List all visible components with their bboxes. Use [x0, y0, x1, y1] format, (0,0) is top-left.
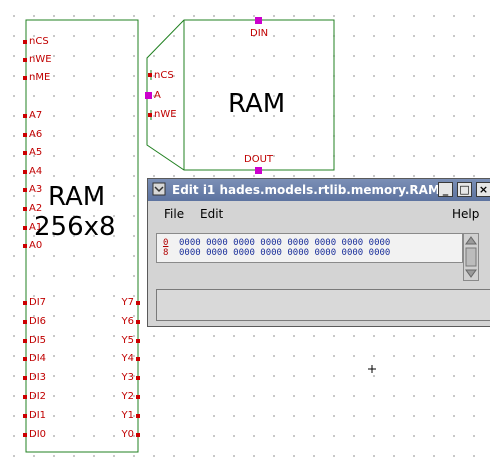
ncs-label: nCS: [154, 70, 174, 81]
ram1-a6-pin[interactable]: [23, 132, 27, 137]
ram1-nme-pin[interactable]: [23, 76, 27, 80]
ram1-y7-pin[interactable]: [136, 301, 140, 305]
ram1-di4-pin[interactable]: [23, 357, 27, 362]
ram1-y7-label: Y7: [121, 297, 134, 308]
ram1-a3-label: A3: [29, 184, 43, 196]
ram1-a4-pin[interactable]: [23, 169, 27, 174]
memory-row-8[interactable]: 0000 0000 0000 0000 0000 0000 0000 0000: [179, 249, 390, 258]
ram1-ncs-label: nCS: [29, 36, 49, 47]
dout-pin[interactable]: [255, 167, 262, 174]
menu-help[interactable]: Help: [452, 207, 479, 221]
ram1-a5-label: A5: [29, 147, 43, 159]
ram1-a6-label: A6: [29, 128, 43, 140]
scroll-thumb: [465, 247, 477, 267]
row-address-0: 0: [163, 238, 169, 248]
din-pin[interactable]: [255, 17, 262, 24]
ram1-di0-pin[interactable]: [23, 432, 27, 437]
menu-edit[interactable]: Edit: [200, 207, 223, 221]
dout-label: DOUT: [244, 154, 273, 165]
ram1-di7-pin[interactable]: [23, 301, 27, 305]
ram1-di6-label: DI6: [29, 315, 47, 327]
ram1-a3-pin[interactable]: [23, 188, 27, 193]
ram1-y2-pin[interactable]: [136, 395, 140, 399]
ram1-y0-pin[interactable]: [136, 432, 140, 437]
ram-block-title: RAM: [228, 89, 286, 119]
ram1-di2-label: DI2: [29, 391, 47, 402]
ram1-nme-label: nME: [29, 72, 51, 83]
ram1-di4-label: DI4: [29, 353, 47, 365]
ram-256x8-title-line1: RAM: [48, 182, 106, 212]
ram1-a4-label: A4: [29, 165, 43, 177]
ram1-y4-label: Y4: [121, 353, 134, 365]
close-button[interactable]: ×: [476, 182, 490, 197]
ram1-a7-label: A7: [29, 110, 43, 121]
ram1-di5-pin[interactable]: [23, 338, 27, 343]
ram1-y1-pin[interactable]: [136, 413, 140, 418]
din-label: DIN: [250, 28, 269, 39]
ram1-di3-label: DI3: [29, 372, 47, 384]
ram1-ncs-pin[interactable]: [23, 40, 27, 44]
ram1-di0-label: DI0: [29, 428, 47, 440]
ram1-y6-pin[interactable]: [136, 319, 140, 324]
ram1-di6-pin[interactable]: [23, 319, 27, 324]
memory-table[interactable]: 0 0000 0000 0000 0000 0000 0000 0000 000…: [156, 233, 463, 263]
ram1-di5-label: DI5: [29, 334, 47, 346]
nwe-pin[interactable]: [148, 113, 152, 117]
address-pin[interactable]: [145, 92, 152, 99]
ram1-a0-pin[interactable]: [23, 244, 27, 249]
menu-bar: File Edit Help: [148, 202, 490, 224]
scroll-up-icon: [465, 236, 477, 245]
vertical-scrollbar[interactable]: [463, 233, 479, 281]
window-app-icon[interactable]: [152, 182, 166, 196]
ram1-y4-pin[interactable]: [136, 357, 140, 362]
ram-256x8-title-line2: 256x8: [34, 212, 116, 242]
ram1-a5-pin[interactable]: [23, 151, 27, 156]
ram1-a1-pin[interactable]: [23, 225, 27, 230]
memory-editor-window[interactable]: Edit i1 hades.models.rtlib.memory.RAM _ …: [147, 178, 490, 327]
ram1-a2-pin[interactable]: [23, 207, 27, 211]
ram1-nwe-label: nWE: [29, 54, 52, 65]
ram1-y3-label: Y3: [121, 372, 134, 384]
ram1-y1-label: Y1: [121, 409, 134, 421]
ram1-di3-pin[interactable]: [23, 376, 27, 381]
menu-file[interactable]: File: [164, 207, 184, 221]
ram1-y5-label: Y5: [121, 334, 134, 346]
cursor-crosshair: [368, 365, 376, 373]
window-title: Edit i1 hades.models.rtlib.memory.RAM: [172, 183, 440, 197]
ram1-a7-pin[interactable]: [23, 114, 27, 118]
ram1-nwe-pin[interactable]: [23, 58, 27, 62]
status-bar: [156, 289, 490, 321]
address-label: A: [154, 90, 161, 101]
maximize-button[interactable]: □: [457, 182, 472, 197]
ram1-di2-pin[interactable]: [23, 395, 27, 399]
ncs-pin[interactable]: [148, 73, 152, 77]
ram1-di7-label: DI7: [29, 297, 47, 308]
ram1-y0-label: Y0: [121, 428, 134, 440]
ram1-y3-pin[interactable]: [136, 376, 140, 381]
ram1-y6-label: Y6: [121, 315, 134, 327]
ram1-di1-label: DI1: [29, 409, 47, 421]
memory-row-0[interactable]: 0000 0000 0000 0000 0000 0000 0000 0000: [179, 239, 390, 248]
row-address-8: 8: [163, 248, 169, 258]
window-titlebar[interactable]: Edit i1 hades.models.rtlib.memory.RAM _ …: [148, 179, 490, 201]
ram1-y5-pin[interactable]: [136, 338, 140, 343]
scroll-down-icon: [465, 269, 477, 278]
minimize-button[interactable]: _: [438, 182, 453, 197]
ram1-a0-label: A0: [29, 240, 43, 252]
ram1-y2-label: Y2: [121, 391, 134, 402]
ram1-di1-pin[interactable]: [23, 413, 27, 418]
nwe-label: nWE: [154, 109, 177, 120]
